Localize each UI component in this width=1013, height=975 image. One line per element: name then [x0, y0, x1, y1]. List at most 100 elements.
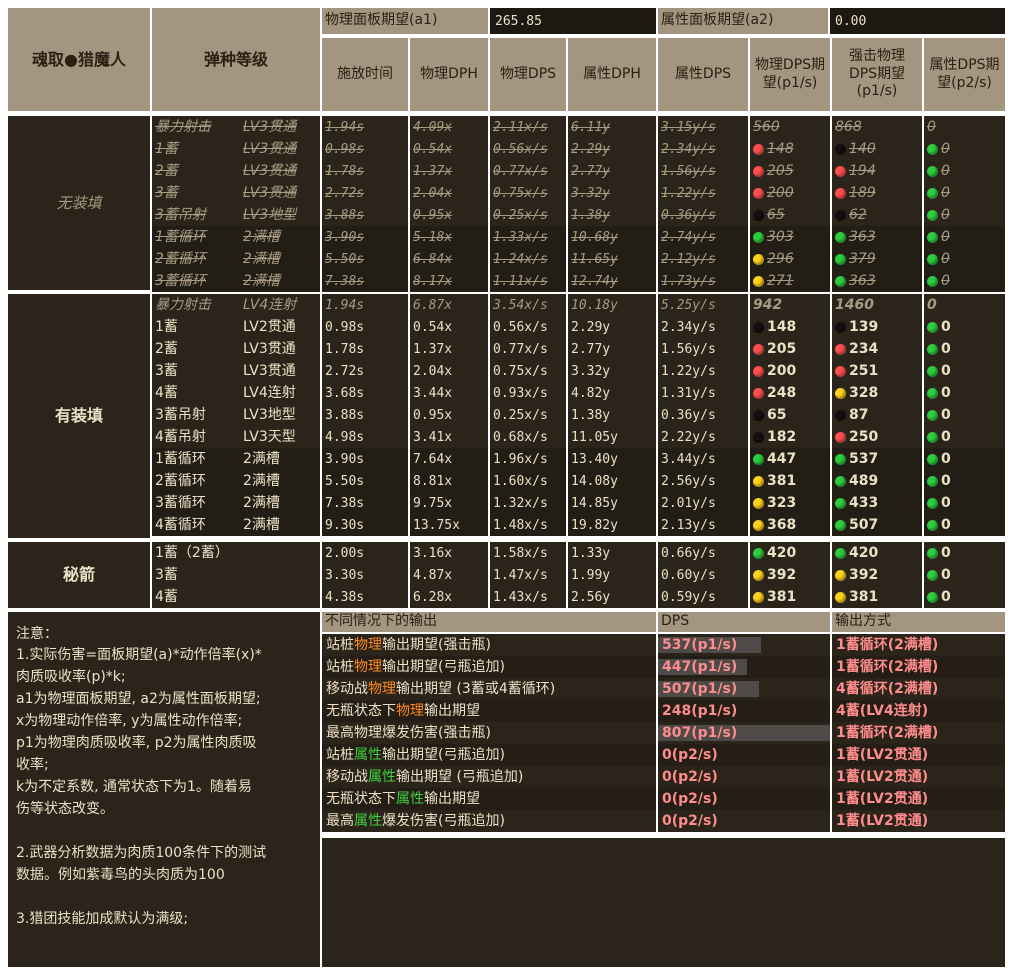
note-line: 3.猎团技能加成默认为满级;	[16, 911, 189, 927]
phys-dps-expect: 368	[750, 514, 830, 536]
phys-dph: 8.81x	[410, 470, 488, 492]
elem-dph: 3.32y	[568, 360, 656, 382]
column-header: 施放时间	[322, 38, 408, 111]
dps-value: 0(p2/s)	[662, 813, 718, 829]
green-dot-icon	[753, 231, 764, 243]
phys-dps: 1.47x/s	[490, 564, 566, 586]
scenario-part: 站桩	[326, 747, 354, 763]
strong-phys-dps-expect: 379	[832, 248, 922, 270]
value-text: 0	[941, 141, 950, 157]
green-dot-icon	[835, 475, 846, 487]
ammo-level: 2满槽	[240, 270, 320, 292]
strong-phys-dps-expect: 489	[832, 470, 922, 492]
summary-dps-cell: 0(p2/s)	[658, 788, 830, 810]
elem-dph: 2.56y	[568, 586, 656, 608]
black-dot-icon	[753, 321, 764, 333]
ammo-name: 1蓄	[152, 316, 240, 338]
scenario-part: 最高	[326, 813, 354, 829]
green-dot-icon	[927, 321, 938, 333]
phys-dph: 1.37x	[410, 338, 488, 360]
elem-dph: 1.33y	[568, 542, 656, 564]
elem-dps: 2.12y/s	[658, 248, 748, 270]
green-dot-icon	[927, 497, 938, 509]
value-text: 148	[767, 319, 797, 335]
yellow-dot-icon	[753, 591, 764, 603]
ammo-level: LV3贯通	[240, 160, 320, 182]
phys-dps-expect: 296	[750, 248, 830, 270]
dps-value: 248(p1/s)	[662, 703, 738, 719]
green-dot-icon	[927, 547, 938, 559]
phys-dps-expect: 148	[750, 138, 830, 160]
phys-dps: 1.43x/s	[490, 586, 566, 608]
elem-dps-expect: 0	[924, 492, 1005, 514]
phys-dps-expect: 447	[750, 448, 830, 470]
elem-dps: 1.31y/s	[658, 382, 748, 404]
value-text: 0	[941, 451, 951, 467]
value-text: 0	[941, 517, 951, 533]
value-text: 942	[753, 297, 783, 313]
black-dot-icon	[835, 321, 846, 333]
cast-time: 2.72s	[322, 360, 408, 382]
summary-scenario: 最高物理爆发伤害(强击瓶)	[322, 722, 656, 744]
elem-dph: 11.05y	[568, 426, 656, 448]
phys-dph: 2.04x	[410, 182, 488, 204]
green-dot-icon	[927, 165, 938, 177]
phys-dps: 1.48x/s	[490, 514, 566, 536]
cast-time: 9.30s	[322, 514, 408, 536]
ammo-name: 3蓄吊射	[152, 204, 240, 226]
elem-dps: 2.01y/s	[658, 492, 748, 514]
phys-dps: 1.33x/s	[490, 226, 566, 248]
ammo-name: 3蓄	[152, 360, 240, 382]
ammo-level: LV3贯通	[240, 360, 320, 382]
elem-dph: 1.38y	[568, 204, 656, 226]
value-text: 537	[849, 451, 879, 467]
scenario-part: 属性	[354, 813, 382, 829]
ammo-level: LV4连射	[240, 294, 320, 316]
ammo-level-header: 弹种等级	[152, 8, 320, 111]
elem-dps-expect: 0	[924, 586, 1005, 608]
scenario-part: 输出期望(强击瓶)	[382, 637, 491, 653]
black-dot-icon	[753, 431, 764, 443]
elem-dps-expect: 0	[924, 294, 1005, 316]
elem-dps: 1.22y/s	[658, 360, 748, 382]
summary-scenario: 移动战 属性 输出期望 (弓瓶追加)	[322, 766, 656, 788]
value-text: 148	[767, 141, 794, 157]
value-text: 392	[849, 567, 879, 583]
phys-dps: 1.11x/s	[490, 270, 566, 292]
elem-dps: 2.74y/s	[658, 226, 748, 248]
phys-dps-expect: 65	[750, 204, 830, 226]
green-dot-icon	[927, 253, 938, 265]
summary-dps-cell: 537(p1/s)	[658, 634, 830, 656]
elem-dps-expect: 0	[924, 470, 1005, 492]
note-line	[16, 820, 312, 842]
value-text: 392	[767, 567, 797, 583]
strong-phys-dps-expect: 189	[832, 182, 922, 204]
cast-time: 4.98s	[322, 426, 408, 448]
a1-label: 物理面板期望(a1)	[322, 8, 488, 34]
summary-scenario: 站桩 物理 输出期望(强击瓶)	[322, 634, 656, 656]
elem-dps: 2.56y/s	[658, 470, 748, 492]
phys-dph: 6.28x	[410, 586, 488, 608]
ammo-level: 2满槽	[240, 492, 320, 514]
strong-phys-dps-expect: 363	[832, 226, 922, 248]
elem-dph: 14.08y	[568, 470, 656, 492]
elem-dph: 13.40y	[568, 448, 656, 470]
elem-dps: 0.59y/s	[658, 586, 748, 608]
ammo-level: LV3贯通	[240, 138, 320, 160]
ammo-level: 2满槽	[240, 470, 320, 492]
phys-dph: 4.09x	[410, 116, 488, 138]
column-header: 物理DPH	[410, 38, 488, 111]
ammo-name: 3蓄	[152, 182, 240, 204]
value-text: 368	[767, 517, 797, 533]
elem-dps: 2.22y/s	[658, 426, 748, 448]
note-line: a1为物理面板期望, a2为属性面板期望;	[16, 691, 261, 707]
notes-panel: 注意： 1.实际伤害=面板期望(a)*动作倍率(x)* 肉质吸收率(p)*k; a1…	[8, 612, 320, 967]
cast-time: 7.38s	[322, 270, 408, 292]
strong-phys-dps-expect: 250	[832, 426, 922, 448]
cast-time: 3.30s	[322, 564, 408, 586]
green-dot-icon	[927, 365, 938, 377]
phys-dps: 1.58x/s	[490, 542, 566, 564]
yellow-dot-icon	[753, 497, 764, 509]
value-text: 363	[849, 229, 876, 245]
cast-time: 1.94s	[322, 294, 408, 316]
